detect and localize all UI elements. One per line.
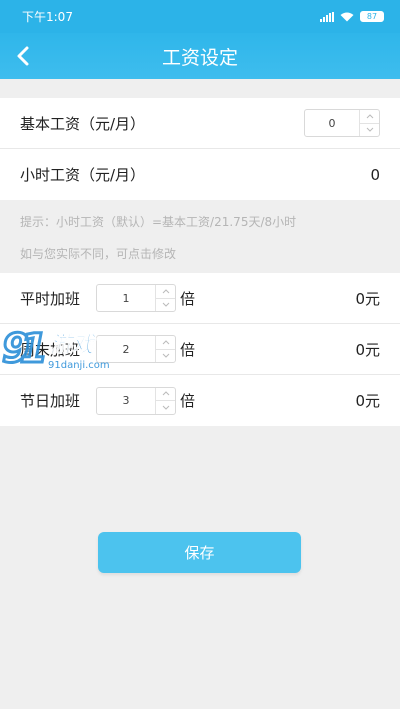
overtime-amount: 0元 — [355, 392, 380, 410]
overtime-multiplier-stepper[interactable]: 2 — [96, 335, 177, 363]
multiplier-unit: 倍 — [180, 289, 196, 308]
overtime-amount: 0元 — [355, 289, 380, 308]
increment-button[interactable] — [156, 285, 175, 298]
multiplier-input[interactable]: 3 — [97, 388, 155, 414]
chevron-up-icon — [162, 391, 169, 396]
base-salary-row: 基本工资（元/月） 0 — [0, 98, 400, 149]
base-salary-input[interactable]: 0 — [305, 110, 359, 136]
decrement-button[interactable] — [156, 348, 176, 363]
status-icons: 87 — [320, 11, 384, 22]
status-bar: 下午1:07 87 — [0, 0, 400, 33]
overtime-card: 平时加班 1 倍 0元 周末加班 2 倍 0元 节日加班 3 倍 0元 — [0, 273, 400, 426]
decrement-button[interactable] — [156, 400, 176, 414]
back-button[interactable] — [8, 41, 38, 71]
overtime-label: 周末加班 — [20, 340, 81, 359]
hourly-salary-value[interactable]: 0 — [370, 166, 380, 184]
battery-icon: 87 — [360, 11, 384, 22]
overtime-row: 周末加班 2 倍 0元 — [0, 324, 400, 375]
multiplier-unit: 倍 — [180, 340, 196, 359]
increment-button[interactable] — [156, 336, 175, 349]
multiplier-input[interactable]: 2 — [97, 336, 155, 362]
status-time: 下午1:07 — [22, 10, 73, 24]
salary-card: 基本工资（元/月） 0 小时工资（元/月） 0 — [0, 98, 400, 200]
hourly-salary-row[interactable]: 小时工资（元/月） 0 — [0, 149, 400, 200]
multiplier-input[interactable]: 1 — [97, 285, 155, 311]
increment-button[interactable] — [156, 388, 175, 401]
title-bar: 工资设定 — [0, 33, 400, 79]
base-salary-stepper[interactable]: 0 — [304, 109, 380, 137]
decrement-button[interactable] — [360, 122, 379, 137]
save-button[interactable]: 保存 — [98, 532, 301, 573]
chevron-up-icon — [162, 289, 169, 294]
overtime-multiplier-stepper[interactable]: 1 — [96, 284, 177, 312]
chevron-down-icon — [366, 127, 373, 132]
chevron-down-icon — [162, 405, 169, 410]
wifi-icon — [340, 12, 354, 22]
hint-text: 提示：小时工资（默认）=基本工资/21.75天/8小时 如与您实际不同，可点击修… — [20, 206, 390, 270]
hint-line-1: 提示：小时工资（默认）=基本工资/21.75天/8小时 — [20, 215, 297, 229]
chevron-down-icon — [162, 302, 169, 307]
chevron-up-icon — [162, 340, 169, 345]
overtime-row: 节日加班 3 倍 0元 — [0, 375, 400, 426]
overtime-amount: 0元 — [355, 340, 380, 359]
chevron-left-icon — [17, 46, 29, 66]
signal-icon — [320, 11, 334, 22]
overtime-label: 节日加班 — [20, 392, 81, 410]
overtime-label: 平时加班 — [20, 289, 81, 308]
decrement-button[interactable] — [156, 297, 176, 312]
overtime-row: 平时加班 1 倍 0元 — [0, 273, 400, 324]
chevron-down-icon — [162, 353, 169, 358]
multiplier-unit: 倍 — [180, 392, 196, 410]
page-title: 工资设定 — [161, 46, 238, 69]
hourly-salary-label: 小时工资（元/月） — [20, 166, 146, 184]
increment-button[interactable] — [360, 110, 379, 123]
chevron-up-icon — [366, 114, 373, 119]
base-salary-label: 基本工资（元/月） — [20, 114, 146, 133]
hint-line-2: 如与您实际不同，可点击修改 — [20, 247, 177, 261]
overtime-multiplier-stepper[interactable]: 3 — [96, 386, 177, 415]
